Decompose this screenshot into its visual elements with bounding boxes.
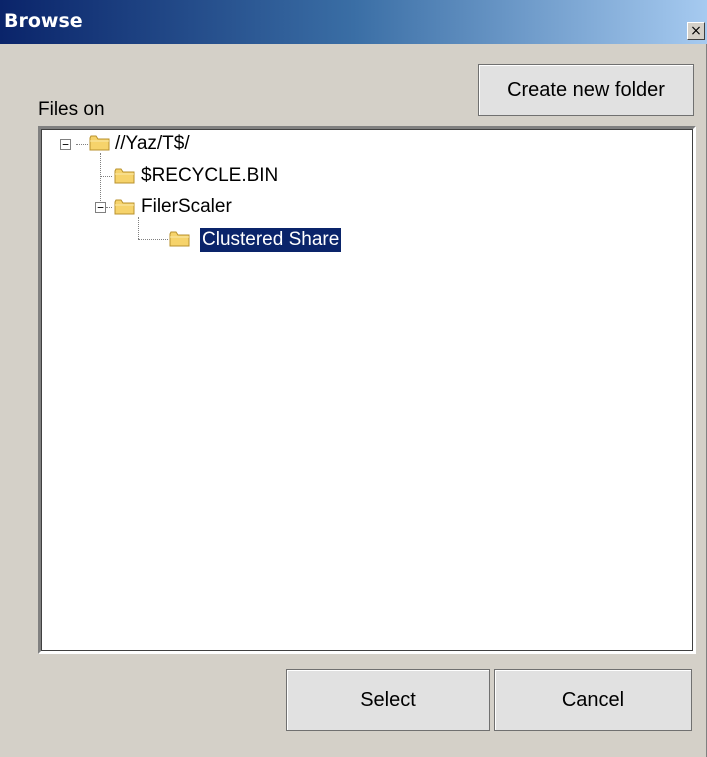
tree-connector [138,239,168,240]
folder-icon [114,168,135,184]
browse-dialog: Browse × Files on Create new folder − //… [0,0,707,757]
files-on-label: Files on [38,99,105,120]
tree-connector [138,217,139,239]
select-button[interactable]: Select [286,669,490,731]
folder-icon [169,231,190,247]
folder-tree[interactable]: − //Yaz/T$/ $RECYCLE.BIN − FilerScaler C… [38,126,696,654]
close-icon: × [690,23,702,39]
close-button[interactable]: × [687,22,705,40]
create-new-folder-button[interactable]: Create new folder [478,64,694,116]
window-title: Browse [4,10,83,32]
cancel-button[interactable]: Cancel [494,669,692,731]
tree-connector [100,153,101,207]
collapse-icon[interactable]: − [95,202,106,213]
tree-node-label: FilerScaler [141,196,232,217]
tree-node-label-selected: Clustered Share [200,228,342,252]
collapse-icon[interactable]: − [60,139,71,150]
folder-icon [89,135,110,151]
title-bar[interactable]: Browse × [0,0,707,44]
tree-connector [76,144,88,145]
folder-icon [114,199,135,215]
tree-node-label: //Yaz/T$/ [115,133,190,154]
tree-node-label: $RECYCLE.BIN [141,165,279,186]
tree-connector [100,176,112,177]
tree-connector [106,207,112,208]
